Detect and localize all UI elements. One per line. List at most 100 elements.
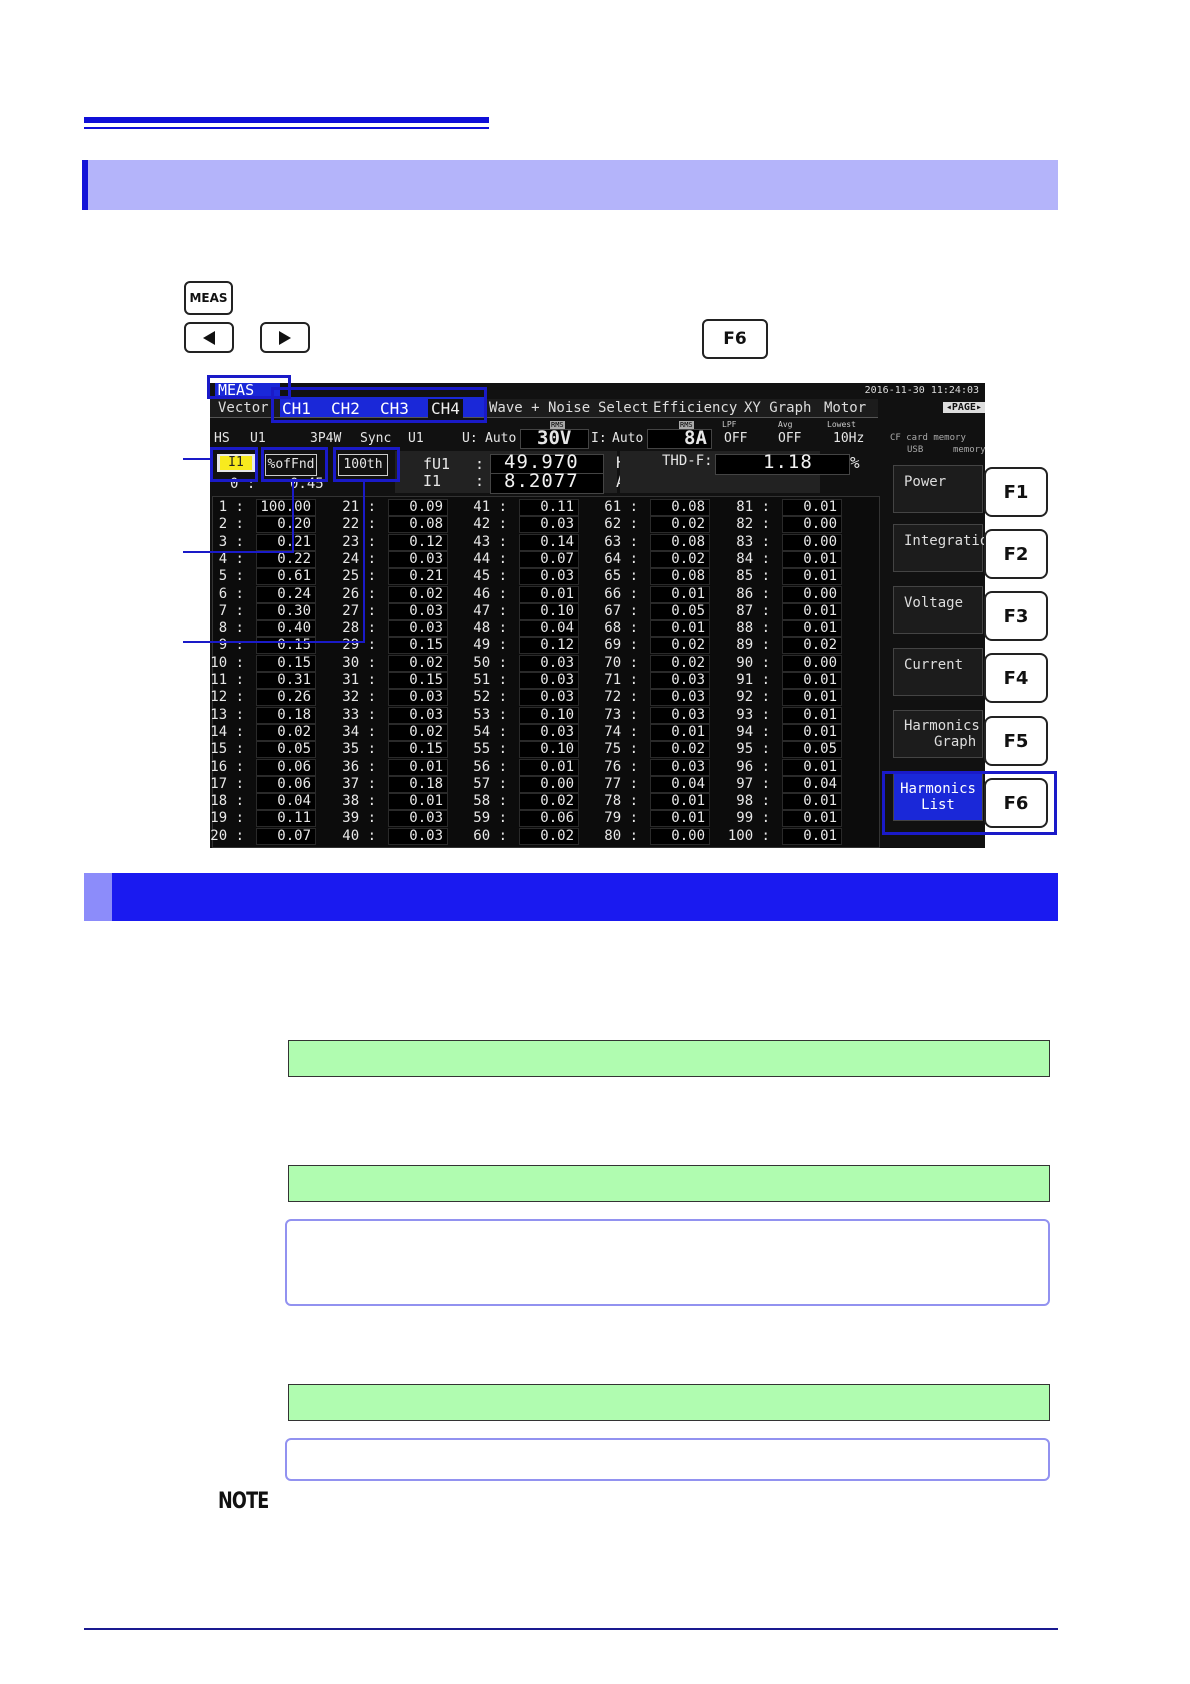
- harmonic-order: 54 :: [473, 723, 507, 740]
- section-heading-marker: [82, 160, 88, 210]
- harmonic-cell: 77 : 0.04: [604, 775, 736, 793]
- harmonic-value: 0.02: [388, 654, 448, 672]
- harmonic-value: 0.01: [650, 585, 710, 603]
- cf-card-memory: CF card memory: [890, 433, 966, 443]
- harmonic-order: 10 :: [210, 654, 244, 671]
- harmonic-cell: 67 : 0.05: [604, 602, 736, 620]
- harmonic-value: 100.00: [256, 499, 316, 516]
- harmonic-value: 0.01: [782, 827, 842, 845]
- harmonic-value: 0.01: [782, 793, 842, 811]
- harmonic-order: 97 :: [736, 775, 770, 792]
- tab-wave-noise[interactable]: Wave + Noise: [489, 400, 590, 416]
- harmonic-value: 0.02: [650, 637, 710, 655]
- fkey-harmonics-graph-line1: Harmonics: [904, 718, 980, 734]
- timestamp: 2016-11-30 11:24:03: [864, 385, 979, 396]
- harmonic-order: 29 :: [342, 637, 376, 654]
- fkey-voltage[interactable]: Voltage: [893, 586, 983, 634]
- harmonic-cell: 88 : 0.01: [736, 620, 868, 638]
- page-label: PAGE: [951, 402, 976, 413]
- harmonic-value: 0.22: [256, 550, 316, 568]
- harmonic-value: 0.01: [782, 758, 842, 776]
- harmonic-cell: 1 : 100.00: [212, 499, 342, 516]
- harmonic-value: 0.02: [650, 550, 710, 568]
- harmonic-order: 11 :: [210, 672, 244, 688]
- harmonic-cell: 57 : 0.00: [473, 775, 605, 793]
- harmonic-value: 0.21: [256, 533, 316, 551]
- lowest-label: Lowest: [827, 420, 856, 429]
- harmonic-value: 0.11: [256, 810, 316, 828]
- harmonic-order: 85 :: [736, 568, 770, 585]
- harmonic-order: 57 :: [473, 775, 507, 792]
- harmonic-cell: 96 : 0.01: [736, 758, 868, 776]
- harmonic-value: 0.12: [388, 533, 448, 551]
- harmonic-cell: 51 : 0.03: [473, 672, 605, 689]
- harmonic-cell: 30 : 0.02: [342, 654, 474, 672]
- harmonic-order: 44 :: [473, 550, 507, 567]
- tab-xy-graph[interactable]: XY Graph: [744, 400, 811, 416]
- harmonic-value: 0.01: [388, 758, 448, 776]
- harmonic-cell: 41 : 0.11: [473, 499, 605, 516]
- harmonic-value: 0.21: [388, 568, 448, 586]
- harmonic-cell: 35 : 0.15: [342, 741, 474, 759]
- harmonic-order: 3 :: [218, 533, 244, 550]
- harmonic-order: 90 :: [736, 654, 770, 671]
- fkey-current[interactable]: Current: [893, 648, 983, 696]
- tab-vector[interactable]: Vector: [218, 400, 269, 416]
- harmonic-cell: 69 : 0.02: [604, 637, 736, 655]
- fkey-harmonics-graph[interactable]: Harmonics Graph: [893, 710, 983, 758]
- tab-efficiency[interactable]: Efficiency: [653, 400, 737, 416]
- f3-key-label: F3: [1003, 605, 1029, 627]
- harmonic-value: 0.03: [650, 689, 710, 707]
- harmonic-value: 0.18: [256, 706, 316, 724]
- harmonic-order: 16 :: [210, 758, 244, 775]
- harmonic-order: 95 :: [736, 741, 770, 758]
- harmonic-value: 0.00: [650, 827, 710, 845]
- f3-key-icon: F3: [984, 591, 1048, 641]
- harmonic-cell: 68 : 0.01: [604, 620, 736, 638]
- harmonic-cell: 8 : 0.40: [212, 620, 342, 638]
- harmonic-value: 0.15: [256, 637, 316, 655]
- harmonic-value: 0.02: [519, 793, 579, 811]
- tab-select[interactable]: Select: [598, 400, 649, 416]
- current-value: 8.2077: [504, 470, 579, 492]
- harmonic-value: 0.02: [650, 741, 710, 759]
- harmonic-value: 0.01: [782, 550, 842, 568]
- harmonic-order: 68 :: [604, 620, 638, 637]
- fkey-harmonics-graph-line2: Graph: [934, 734, 977, 750]
- u-label: U:: [462, 431, 478, 446]
- harmonic-order: 96 :: [736, 758, 770, 775]
- harmonic-value: 0.01: [519, 758, 579, 776]
- harmonic-cell: 62 : 0.02: [604, 516, 736, 534]
- lpf-label: LPF: [722, 420, 737, 429]
- fkey-voltage-label: Voltage: [904, 595, 964, 611]
- harmonic-value: 0.03: [388, 810, 448, 828]
- harmonic-order: 81 :: [736, 499, 770, 515]
- harmonic-cell: 93 : 0.01: [736, 706, 868, 724]
- harmonic-cell: 37 : 0.18: [342, 775, 474, 793]
- harmonic-order: 65 :: [604, 568, 638, 585]
- harmonic-cell: 2 : 0.20: [212, 516, 342, 534]
- tab-motor[interactable]: Motor: [824, 400, 866, 416]
- harmonic-value: 0.03: [519, 516, 579, 534]
- harmonic-value: 0.03: [650, 672, 710, 689]
- harmonic-value: 0.01: [650, 723, 710, 741]
- fkey-integration[interactable]: Integration: [893, 524, 985, 572]
- leader-line-1: [183, 458, 213, 460]
- harmonic-order: 31 :: [342, 672, 376, 688]
- page-button[interactable]: ◂PAGE▸: [942, 402, 985, 413]
- harmonic-cell: 33 : 0.03: [342, 706, 474, 724]
- thd-unit: %: [850, 453, 860, 472]
- harmonic-order: 42 :: [473, 516, 507, 533]
- harmonic-order: 7 :: [218, 602, 244, 619]
- fkey-power[interactable]: Power: [893, 465, 983, 513]
- harmonic-value: 0.05: [256, 741, 316, 759]
- harmonic-cell: 10 : 0.15: [210, 654, 342, 672]
- harmonic-cell: 95 : 0.05: [736, 741, 868, 759]
- harmonic-cell: 46 : 0.01: [473, 585, 605, 603]
- harmonic-order: 47 :: [473, 602, 507, 619]
- harmonic-value: 0.01: [388, 793, 448, 811]
- harmonic-value: 0.30: [256, 602, 316, 620]
- harmonic-value: 0.03: [388, 602, 448, 620]
- harmonic-cell: 66 : 0.01: [604, 585, 736, 603]
- harmonic-order: 60 :: [473, 827, 507, 844]
